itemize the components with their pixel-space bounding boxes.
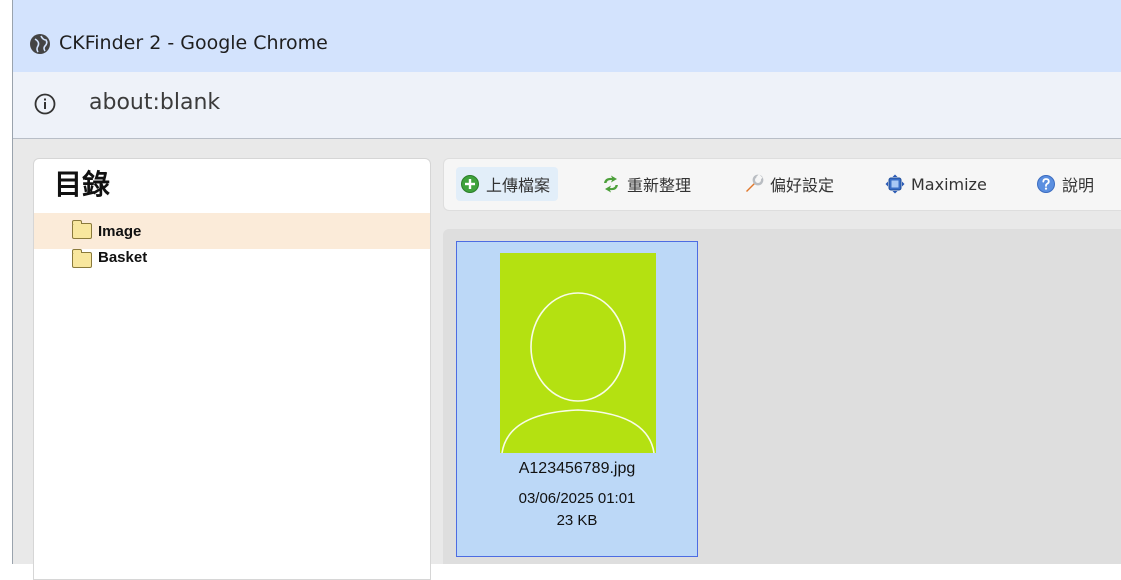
plus-circle-icon — [461, 175, 479, 193]
globe-icon — [30, 34, 50, 54]
wrench-icon — [746, 174, 764, 192]
refresh-icon — [604, 175, 618, 193]
upload-button[interactable]: 上傳檔案 — [456, 167, 559, 201]
browser-titlebar: CKFinder 2 - Google Chrome — [13, 0, 1121, 72]
person-silhouette-thumbnail — [500, 253, 656, 453]
file-tile[interactable]: A123456789.jpg 03/06/2025 01:01 23 KB — [456, 241, 698, 557]
settings-label: 偏好設定 — [770, 176, 835, 195]
folder-icon — [72, 220, 92, 239]
file-date: 03/06/2025 01:01 — [518, 490, 636, 507]
maximize-label: Maximize — [911, 174, 987, 194]
help-label: 說明 — [1062, 176, 1095, 195]
folder-panel-title: 目錄 — [54, 168, 111, 201]
refresh-button[interactable]: 重新整理 — [597, 167, 699, 201]
maximize-button[interactable]: Maximize — [881, 167, 995, 201]
folder-label: Image — [98, 222, 142, 240]
file-name: A123456789.jpg — [518, 460, 636, 477]
ckfinder-content: 目錄 Image Basket 上傳檔案 重新整理 偏好設定 Maximize … — [13, 139, 1121, 580]
address-url[interactable]: about:blank — [89, 90, 220, 115]
window-title: CKFinder 2 - Google Chrome — [59, 32, 328, 54]
window-left-edge — [0, 0, 12, 564]
folder-item-basket[interactable]: Basket — [34, 249, 430, 271]
folder-icon — [72, 249, 92, 268]
help-icon — [1037, 175, 1055, 193]
folder-item-image[interactable]: Image — [34, 213, 430, 249]
info-icon[interactable] — [33, 92, 57, 116]
refresh-label: 重新整理 — [627, 176, 692, 195]
toolbar: 上傳檔案 重新整理 偏好設定 Maximize 說明 — [443, 158, 1121, 211]
main-panel: 上傳檔案 重新整理 偏好設定 Maximize 說明 A123456789.jp… — [443, 158, 1121, 564]
help-button[interactable]: 說明 — [1032, 167, 1102, 201]
file-size: 23 KB — [556, 512, 598, 529]
file-area: A123456789.jpg 03/06/2025 01:01 23 KB — [443, 229, 1121, 564]
address-bar[interactable]: about:blank — [13, 72, 1121, 139]
maximize-icon — [885, 174, 905, 194]
settings-button[interactable]: 偏好設定 — [740, 167, 842, 201]
upload-label: 上傳檔案 — [486, 176, 551, 195]
folder-label: Basket — [98, 249, 148, 266]
folder-panel: 目錄 Image Basket — [33, 158, 431, 580]
